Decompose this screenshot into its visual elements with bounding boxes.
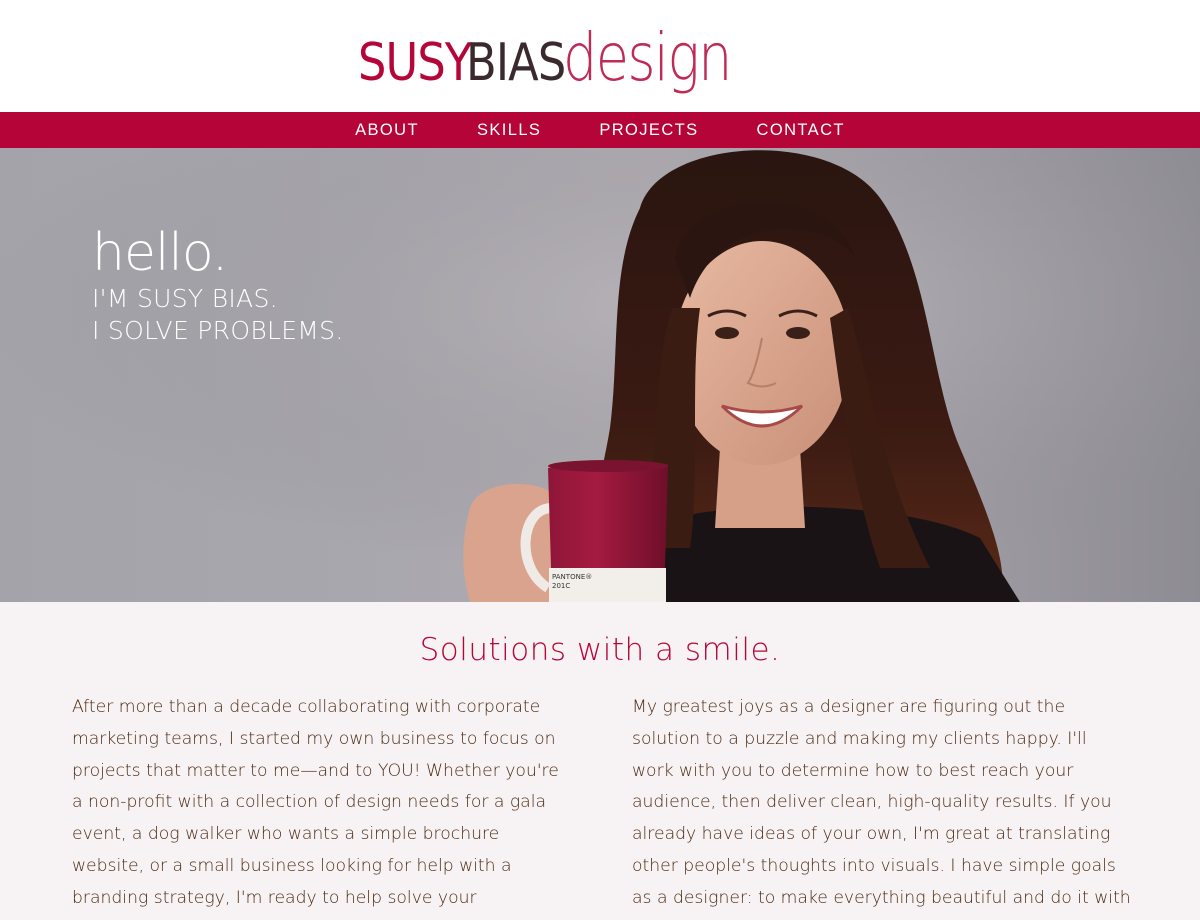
intro-columns: After more than a decade collaborating w… <box>72 692 1132 920</box>
logo-word-bias: BIAS <box>465 33 566 93</box>
main-nav: ABOUT SKILLS PROJECTS CONTACT <box>0 112 1200 148</box>
nav-about[interactable]: ABOUT <box>326 121 448 140</box>
intro-left-paragraph: After more than a decade collaborating w… <box>72 697 559 920</box>
hero-tagline-2: I SOLVE PROBLEMS. <box>92 316 344 345</box>
logo-word-susy: SUSY <box>358 33 472 93</box>
nav-contact[interactable]: CONTACT <box>728 121 874 140</box>
nav-projects[interactable]: PROJECTS <box>570 121 727 140</box>
intro-section: Solutions with a smile. After more than … <box>0 602 1200 920</box>
hero-tagline-1: I'M SUSY BIAS. <box>92 284 278 313</box>
nav-skills[interactable]: SKILLS <box>448 121 570 140</box>
mug-code: 201C <box>552 582 571 590</box>
mug-label: PANTONE® 201C <box>552 573 592 591</box>
mug-brand: PANTONE® <box>552 573 593 581</box>
site-header: SUSYBIASdesign <box>0 0 1200 112</box>
site-logo[interactable]: SUSYBIASdesign <box>358 20 768 100</box>
hero-portrait-photo <box>0 148 1200 602</box>
section-headline: Solutions with a smile. <box>419 632 781 668</box>
hero-greeting: hello. <box>92 223 228 283</box>
hero-text-block: hello. I'M SUSY BIAS. I SOLVE PROBLEMS. <box>92 223 344 347</box>
intro-right-paragraph: My greatest joys as a designer are figur… <box>632 697 1131 920</box>
logo-word-design: design <box>563 19 732 96</box>
hero-banner: hello. I'M SUSY BIAS. I SOLVE PROBLEMS. … <box>0 148 1200 602</box>
